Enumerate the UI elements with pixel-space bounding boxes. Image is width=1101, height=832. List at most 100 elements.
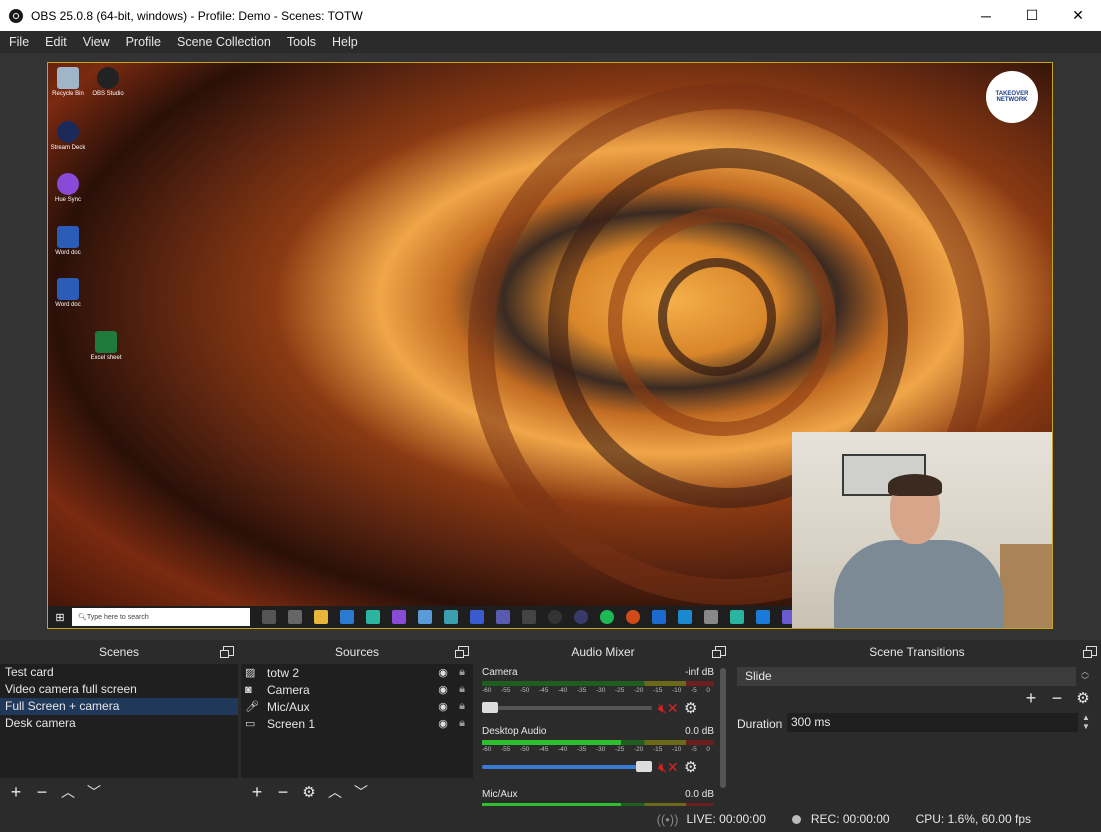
volume-slider[interactable]: [482, 702, 652, 713]
app-icon[interactable]: [392, 610, 406, 624]
recycle-bin-icon: [57, 67, 79, 89]
add-transition-icon[interactable]: +: [1021, 688, 1041, 708]
desktop-icon-word-2[interactable]: Word doc: [48, 278, 88, 308]
visibility-eye-icon[interactable]: ◉: [435, 700, 451, 713]
source-item[interactable]: ▨ totw 2 ◉ 🔒︎: [241, 664, 473, 681]
undock-icon[interactable]: [220, 646, 234, 658]
terminal-icon[interactable]: [522, 610, 536, 624]
gear-icon[interactable]: ⚙: [684, 758, 697, 776]
cortana-icon[interactable]: [262, 610, 276, 624]
move-up-icon[interactable]: ︿: [58, 782, 78, 802]
move-down-icon[interactable]: ﹀: [84, 782, 104, 802]
file-explorer-icon[interactable]: [314, 610, 328, 624]
remove-transition-icon[interactable]: −: [1047, 688, 1067, 708]
remove-source-icon[interactable]: −: [273, 782, 293, 802]
source-item[interactable]: 🎤︎ Mic/Aux ◉ 🔒︎: [241, 698, 473, 715]
scenes-dock: Scenes Test card Video camera full scree…: [0, 640, 238, 806]
add-source-icon[interactable]: +: [247, 782, 267, 802]
preview-canvas[interactable]: Recycle Bin OBS Studio Stream Deck Hue S…: [47, 62, 1053, 629]
scene-item[interactable]: Test card: [0, 664, 238, 681]
fractal-spiral-ring: [658, 258, 776, 376]
volume-slider[interactable]: [482, 761, 652, 772]
spotify-icon[interactable]: [600, 610, 614, 624]
move-down-icon[interactable]: ﹀: [351, 782, 371, 802]
remove-scene-icon[interactable]: −: [32, 782, 52, 802]
desktop-icon-hue-sync[interactable]: Hue Sync: [48, 173, 88, 203]
minimize-button[interactable]: ─: [963, 0, 1009, 31]
gear-icon[interactable]: ⚙: [684, 699, 697, 717]
chevron-updown-icon: ︿ ﹀: [1076, 667, 1094, 686]
scene-item-selected[interactable]: Full Screen + camera: [0, 698, 238, 715]
add-scene-icon[interactable]: +: [6, 782, 26, 802]
source-item[interactable]: ▭ Screen 1 ◉ 🔒︎: [241, 715, 473, 732]
app-icon[interactable]: [418, 610, 432, 624]
lock-icon[interactable]: 🔒︎: [451, 683, 473, 696]
menu-help[interactable]: Help: [325, 35, 365, 49]
lock-icon[interactable]: 🔒︎: [451, 717, 473, 730]
gear-icon[interactable]: ⚙: [299, 782, 319, 802]
scenes-toolbar: + − ︿ ﹀: [0, 778, 238, 806]
app-icon[interactable]: [678, 610, 692, 624]
obs-taskbar-icon[interactable]: [548, 610, 562, 624]
volume-slider-handle[interactable]: [482, 702, 498, 713]
spin-arrows-icon[interactable]: ▲ ▼: [1078, 713, 1094, 732]
edge-icon[interactable]: [366, 610, 380, 624]
vscode-icon[interactable]: [756, 610, 770, 624]
word-doc-icon: [57, 226, 79, 248]
volume-slider-handle[interactable]: [636, 761, 652, 772]
live-status: LIVE: 00:00:00: [686, 812, 766, 826]
windows-taskbar: ⊞ 🔍︎ Type here to search: [48, 606, 798, 628]
source-item[interactable]: ◙ Camera ◉ 🔒︎: [241, 681, 473, 698]
undock-icon[interactable]: [1083, 646, 1097, 658]
desktop-icon-excel[interactable]: Excel sheet: [86, 331, 126, 361]
window-title: OBS 25.0.8 (64-bit, windows) - Profile: …: [31, 8, 363, 23]
menu-tools[interactable]: Tools: [280, 35, 323, 49]
store-icon[interactable]: [340, 610, 354, 624]
menu-scene-collection[interactable]: Scene Collection: [170, 35, 278, 49]
mixer-title: Audio Mixer: [571, 645, 635, 659]
visibility-eye-icon[interactable]: ◉: [435, 717, 451, 730]
transition-select[interactable]: Slide ︿ ﹀: [737, 667, 1094, 686]
undock-icon[interactable]: [455, 646, 469, 658]
task-view-icon[interactable]: [288, 610, 302, 624]
undock-icon[interactable]: [712, 646, 726, 658]
lock-icon[interactable]: 🔒︎: [451, 700, 473, 713]
sources-dock: Sources ▨ totw 2 ◉ 🔒︎ ◙ Camera ◉ 🔒︎ 🎤︎ M…: [241, 640, 473, 806]
app-icon[interactable]: [574, 610, 588, 624]
menu-file[interactable]: File: [2, 35, 36, 49]
maximize-button[interactable]: ☐: [1009, 0, 1055, 31]
lock-icon[interactable]: 🔒︎: [451, 666, 473, 679]
desktop-icon-stream-deck[interactable]: Stream Deck: [48, 121, 88, 151]
teams-icon[interactable]: [496, 610, 510, 624]
mixer-scrollbar[interactable]: [720, 668, 726, 788]
status-bar: ((•)) LIVE: 00:00:00 REC: 00:00:00 CPU: 1…: [0, 806, 1101, 832]
muted-speaker-icon[interactable]: 🔇︎✕: [658, 759, 684, 776]
visibility-eye-icon[interactable]: ◉: [435, 666, 451, 679]
scene-item[interactable]: Video camera full screen: [0, 681, 238, 698]
muted-speaker-icon[interactable]: 🔇︎✕: [658, 700, 684, 717]
gear-icon[interactable]: ⚙: [1073, 688, 1093, 708]
powerpoint-icon[interactable]: [626, 610, 640, 624]
scene-item[interactable]: Desk camera: [0, 715, 238, 732]
visibility-eye-icon[interactable]: ◉: [435, 683, 451, 696]
meter-scale: -60 -55 -50 -45 -40 -35 -30 -25 -20 -15 -10 -5 0: [482, 687, 710, 694]
menu-profile[interactable]: Profile: [119, 35, 168, 49]
windows-start-icon[interactable]: ⊞: [48, 606, 72, 628]
outlook-icon[interactable]: [652, 610, 666, 624]
taskbar-search-box[interactable]: 🔍︎ Type here to search: [72, 608, 250, 626]
app-icon[interactable]: [444, 610, 458, 624]
app-icon[interactable]: [470, 610, 484, 624]
desktop-icon-recycle-bin[interactable]: Recycle Bin: [48, 67, 88, 97]
close-button[interactable]: ✕: [1055, 0, 1101, 31]
image-icon: ▨: [245, 667, 256, 679]
desktop-icon-word-1[interactable]: Word doc: [48, 226, 88, 256]
duration-spinbox[interactable]: 300 ms ▲ ▼: [787, 713, 1094, 732]
hue-sync-icon: [57, 173, 79, 195]
settings-icon[interactable]: [704, 610, 718, 624]
app-icon[interactable]: [730, 610, 744, 624]
track-name: Desktop Audio: [482, 726, 547, 737]
move-up-icon[interactable]: ︿: [325, 782, 345, 802]
menu-edit[interactable]: Edit: [38, 35, 74, 49]
menu-view[interactable]: View: [76, 35, 117, 49]
desktop-icon-obs[interactable]: OBS Studio: [88, 67, 128, 97]
